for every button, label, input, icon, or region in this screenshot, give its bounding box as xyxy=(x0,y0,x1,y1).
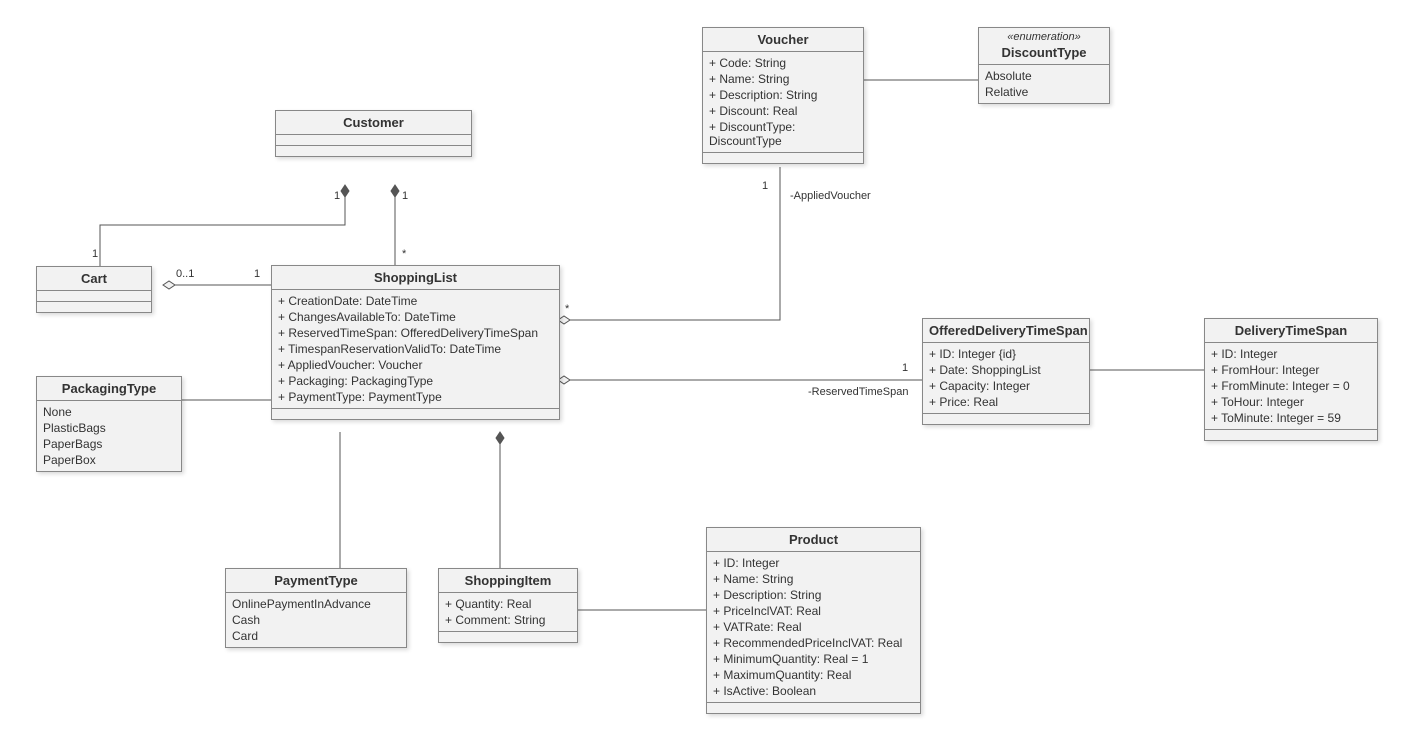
attr: + DiscountType: DiscountType xyxy=(709,119,857,149)
attr: + FromMinute: Integer = 0 xyxy=(1211,378,1371,394)
mult-sl-offered-1: 1 xyxy=(902,362,908,374)
class-title: Cart xyxy=(37,267,151,291)
attr: + Packaging: PackagingType xyxy=(278,373,553,389)
class-title: OfferedDeliveryTimeSpan xyxy=(923,319,1089,343)
attr: + ReservedTimeSpan: OfferedDeliveryTimeS… xyxy=(278,325,553,341)
enum-value: PaperBox xyxy=(43,452,175,468)
class-values: None PlasticBags PaperBags PaperBox xyxy=(37,401,181,471)
attr: + FromHour: Integer xyxy=(1211,362,1371,378)
class-values: OnlinePaymentInAdvance Cash Card xyxy=(226,593,406,647)
mult-cart-sl-cart: 0..1 xyxy=(176,268,194,280)
class-cart: Cart xyxy=(36,266,152,313)
class-title: Product xyxy=(707,528,920,552)
class-product: Product + ID: Integer + Name: String + D… xyxy=(706,527,921,714)
class-voucher: Voucher + Code: String + Name: String + … xyxy=(702,27,864,164)
class-customer: Customer xyxy=(275,110,472,157)
class-attrs: + ID: Integer + FromHour: Integer + From… xyxy=(1205,343,1377,430)
enum-value: Absolute xyxy=(985,68,1103,84)
class-title: PaymentType xyxy=(226,569,406,593)
attr: + Discount: Real xyxy=(709,103,857,119)
enum-value: Card xyxy=(232,628,400,644)
attr: + VATRate: Real xyxy=(713,619,914,635)
attr: + Code: String xyxy=(709,55,857,71)
class-title: DeliveryTimeSpan xyxy=(1205,319,1377,343)
enum-value: PaperBags xyxy=(43,436,175,452)
attr: + CreationDate: DateTime xyxy=(278,293,553,309)
class-attrs: + ID: Integer + Name: String + Descripti… xyxy=(707,552,920,703)
mult-customer-cart-cust: 1 xyxy=(334,190,340,202)
class-ops xyxy=(1205,430,1377,440)
class-attrs xyxy=(276,135,471,146)
class-values: Absolute Relative xyxy=(979,65,1109,103)
attr: + Capacity: Integer xyxy=(929,378,1083,394)
mult-cart-sl-sl: 1 xyxy=(254,268,260,280)
class-ops xyxy=(707,703,920,713)
class-ops xyxy=(37,302,151,312)
class-attrs: + Quantity: Real + Comment: String xyxy=(439,593,577,632)
attr: + Description: String xyxy=(713,587,914,603)
class-paymenttype: PaymentType OnlinePaymentInAdvance Cash … xyxy=(225,568,407,648)
attr: + MaximumQuantity: Real xyxy=(713,667,914,683)
class-title: ShoppingItem xyxy=(439,569,577,593)
attr: + AppliedVoucher: Voucher xyxy=(278,357,553,373)
attr: + TimespanReservationValidTo: DateTime xyxy=(278,341,553,357)
class-ops xyxy=(272,409,559,419)
attr: + Description: String xyxy=(709,87,857,103)
attr: + Price: Real xyxy=(929,394,1083,410)
class-packagingtype: PackagingType None PlasticBags PaperBags… xyxy=(36,376,182,472)
mult-customer-sl-cust: 1 xyxy=(402,190,408,202)
class-title: Voucher xyxy=(703,28,863,52)
class-ops xyxy=(923,414,1089,424)
attr: + ID: Integer {id} xyxy=(929,346,1083,362)
mult-sl-voucher-sl: * xyxy=(565,303,569,315)
class-shoppingitem: ShoppingItem + Quantity: Real + Comment:… xyxy=(438,568,578,643)
attr: + ID: Integer xyxy=(713,555,914,571)
attr: + Quantity: Real xyxy=(445,596,571,612)
class-shoppinglist: ShoppingList + CreationDate: DateTime + … xyxy=(271,265,560,420)
class-offereddeliverytimespan: OfferedDeliveryTimeSpan + ID: Integer {i… xyxy=(922,318,1090,425)
class-ops xyxy=(439,632,577,642)
class-title: PackagingType xyxy=(37,377,181,401)
attr: + ToMinute: Integer = 59 xyxy=(1211,410,1371,426)
attr: + Name: String xyxy=(709,71,857,87)
attr: + MinimumQuantity: Real = 1 xyxy=(713,651,914,667)
class-attrs: + CreationDate: DateTime + ChangesAvaila… xyxy=(272,290,559,409)
mult-customer-sl-sl: * xyxy=(402,248,406,260)
enum-value: None xyxy=(43,404,175,420)
role-applied-voucher: -AppliedVoucher xyxy=(790,190,871,202)
enum-value: OnlinePaymentInAdvance xyxy=(232,596,400,612)
class-attrs: + ID: Integer {id} + Date: ShoppingList … xyxy=(923,343,1089,414)
enum-value: PlasticBags xyxy=(43,420,175,436)
class-deliverytimespan: DeliveryTimeSpan + ID: Integer + FromHou… xyxy=(1204,318,1378,441)
attr: + Name: String xyxy=(713,571,914,587)
class-ops xyxy=(276,146,471,156)
role-reserved-timespan: -ReservedTimeSpan xyxy=(808,386,908,398)
mult-customer-cart-cart: 1 xyxy=(92,248,98,260)
attr: + ID: Integer xyxy=(1211,346,1371,362)
enum-value: Relative xyxy=(985,84,1103,100)
class-title: DiscountType xyxy=(979,41,1109,65)
attr: + Date: ShoppingList xyxy=(929,362,1083,378)
class-discounttype: «enumeration» DiscountType Absolute Rela… xyxy=(978,27,1110,104)
class-attrs: + Code: String + Name: String + Descript… xyxy=(703,52,863,153)
attr: + ChangesAvailableTo: DateTime xyxy=(278,309,553,325)
attr: + PriceInclVAT: Real xyxy=(713,603,914,619)
attr: + IsActive: Boolean xyxy=(713,683,914,699)
mult-sl-voucher-v: 1 xyxy=(762,180,768,192)
class-ops xyxy=(703,153,863,163)
attr: + RecommendedPriceInclVAT: Real xyxy=(713,635,914,651)
class-title: ShoppingList xyxy=(272,266,559,290)
enum-value: Cash xyxy=(232,612,400,628)
class-attrs xyxy=(37,291,151,302)
attr: + PaymentType: PaymentType xyxy=(278,389,553,405)
attr: + Comment: String xyxy=(445,612,571,628)
class-title: Customer xyxy=(276,111,471,135)
attr: + ToHour: Integer xyxy=(1211,394,1371,410)
